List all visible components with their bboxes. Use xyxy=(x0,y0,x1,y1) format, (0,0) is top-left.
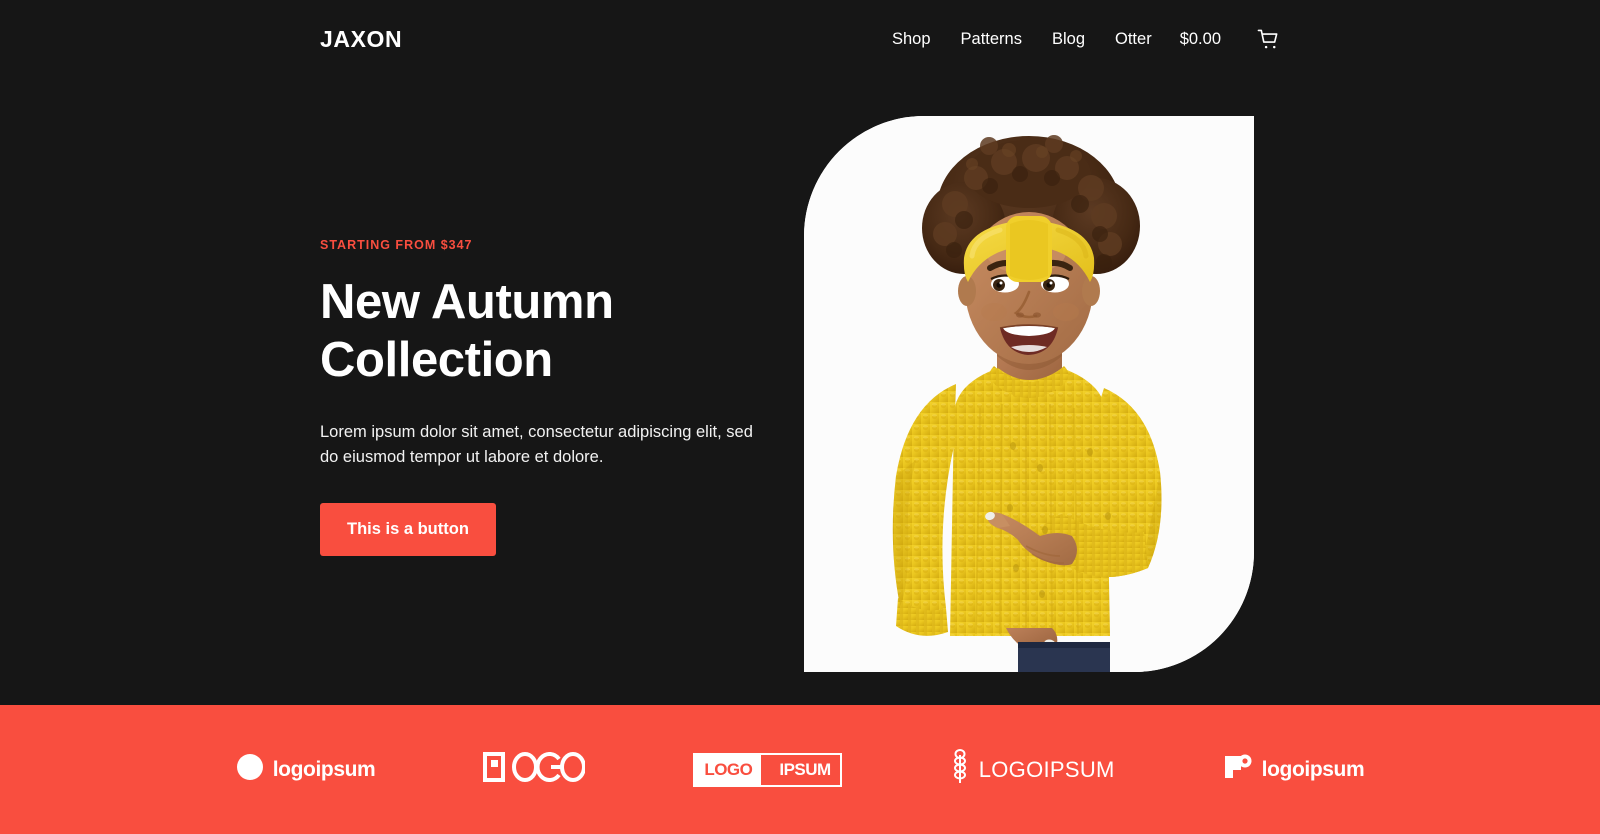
main-navigation: Shop Patterns Blog Otter $0.00 xyxy=(892,28,1280,51)
partner-logo-3-text-b: IPSUM xyxy=(770,754,840,785)
hero-description: Lorem ipsum dolor sit amet, consectetur … xyxy=(320,422,753,467)
nav-item-shop[interactable]: Shop xyxy=(892,30,931,49)
hero-section: STARTING FROM $347 New Autumn Collection… xyxy=(0,78,1600,705)
partner-logo-5[interactable]: logoipsum xyxy=(1223,752,1365,787)
nav-item-otter[interactable]: Otter xyxy=(1115,30,1152,49)
partner-logo-3[interactable]: LOGO IPSUM xyxy=(693,752,842,787)
hero-image-card xyxy=(804,116,1254,672)
partner-logo-1[interactable]: logoipsum xyxy=(236,753,376,786)
geometric-letters-icon xyxy=(483,752,587,787)
hero-photo xyxy=(804,116,1254,672)
square-circle-icon xyxy=(1223,752,1253,787)
price-eyebrow: STARTING FROM $347 xyxy=(320,238,473,252)
hero-copy-block: STARTING FROM $347 New Autumn Collection… xyxy=(320,238,790,557)
partner-logo-5-text: logoipsum xyxy=(1261,757,1365,781)
partner-logo-1-text: logoipsum xyxy=(272,757,376,781)
shopping-cart-icon[interactable] xyxy=(1257,28,1280,51)
wheat-icon xyxy=(950,749,970,790)
partner-logo-2[interactable] xyxy=(483,752,587,787)
partner-logo-bar: logoipsum LOGO IPSUM LOGOIPSUM logoipsum xyxy=(0,705,1600,834)
landing-page: JAXON Shop Patterns Blog Otter $0.00 STA… xyxy=(0,0,1600,834)
cart-total: $0.00 xyxy=(1179,29,1221,48)
nav-item-blog[interactable]: Blog xyxy=(1052,30,1085,49)
brand-logo[interactable]: JAXON xyxy=(320,26,402,53)
partner-logo-4-text: LOGOIPSUM xyxy=(978,756,1115,782)
page-title: New Autumn Collection xyxy=(320,275,614,387)
partner-logo-4[interactable]: LOGOIPSUM xyxy=(950,749,1115,790)
partner-logo-3-text-a: LOGO xyxy=(695,754,762,785)
hero-cta-button[interactable]: This is a button xyxy=(320,503,496,557)
circle-split-icon xyxy=(236,753,264,786)
nav-item-patterns[interactable]: Patterns xyxy=(961,30,1022,49)
site-header: JAXON Shop Patterns Blog Otter $0.00 xyxy=(0,0,1600,78)
